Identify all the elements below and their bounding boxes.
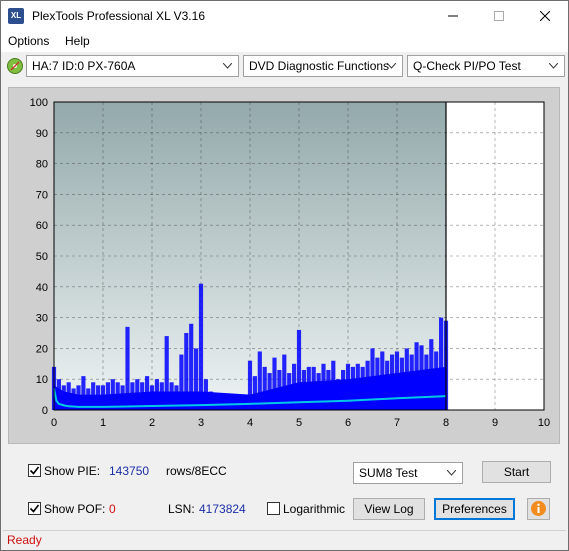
logarithmic-label: Logarithmic: [283, 502, 346, 516]
drive-select-value: HA:7 ID:0 PX-760A: [32, 59, 136, 73]
show-pof-label: Show POF:: [44, 502, 106, 516]
function-select[interactable]: DVD Diagnostic Functions: [243, 55, 403, 77]
pof-value: 0: [109, 502, 116, 516]
pie-bar: [198, 283, 204, 410]
info-icon: [531, 501, 546, 516]
function-select-value: DVD Diagnostic Functions: [249, 59, 390, 73]
y-tick-label: 40: [36, 282, 48, 294]
show-pie-checkbox[interactable]: [28, 464, 41, 477]
x-tick-label: 4: [247, 417, 253, 429]
test-select-value: Q-Check PI/PO Test: [413, 59, 521, 73]
toolbar: HA:7 ID:0 PX-760A DVD Diagnostic Functio…: [1, 53, 568, 79]
x-tick-label: 9: [492, 417, 498, 429]
maximize-button[interactable]: [476, 1, 522, 31]
lsn-value: 4173824: [199, 502, 246, 516]
chart-panel: 0 10 20 30 40 50 60 70 80 90 100 0 1 2 3 4 5 6 7 8 9 10: [8, 87, 560, 444]
view-log-button[interactable]: View Log: [353, 498, 425, 520]
x-tick-label: 3: [198, 417, 204, 429]
minimize-button[interactable]: [430, 1, 476, 31]
close-icon: [540, 11, 550, 21]
status-bar: Ready: [3, 530, 566, 549]
y-tick-label: 100: [30, 97, 48, 109]
preferences-button[interactable]: Preferences: [434, 498, 515, 520]
disc-drive-icon: [7, 58, 23, 74]
status-text: Ready: [7, 533, 42, 547]
y-tick-label: 10: [36, 374, 48, 386]
y-tick-label: 30: [36, 313, 48, 325]
logarithmic-checkbox[interactable]: [267, 502, 280, 515]
x-tick-label: 5: [296, 417, 302, 429]
checkmark-icon: [29, 466, 40, 475]
show-pof-checkbox[interactable]: [28, 502, 41, 515]
y-tick-label: 90: [36, 128, 48, 140]
close-button[interactable]: [522, 1, 568, 31]
minimize-icon: [448, 15, 458, 17]
show-pie-label: Show PIE:: [44, 464, 101, 478]
pie-value: 143750: [109, 464, 150, 478]
window-title: PlexTools Professional XL V3.16: [32, 9, 205, 23]
drive-select[interactable]: HA:7 ID:0 PX-760A: [26, 55, 239, 77]
title-bar: XL PlexTools Professional XL V3.16: [1, 1, 568, 31]
x-tick-label: 10: [538, 417, 550, 429]
x-tick-label: 6: [345, 417, 351, 429]
x-tick-label: 8: [443, 417, 449, 429]
y-tick-label: 60: [36, 220, 48, 232]
menu-bar: Options Help: [1, 31, 568, 52]
chevron-down-icon: [447, 470, 456, 476]
menu-options[interactable]: Options: [8, 34, 49, 48]
pi-po-chart: 0 10 20 30 40 50 60 70 80 90 100 0 1 2 3 4 5 6 7 8 9 10: [30, 97, 550, 429]
controls-panel: Show PIE: 143750 rows/8ECC SUM8 Test Sta…: [1, 448, 568, 528]
x-tick-label: 1: [100, 417, 106, 429]
mode-select-value: SUM8 Test: [359, 466, 418, 480]
test-select[interactable]: Q-Check PI/PO Test: [407, 55, 565, 77]
start-button[interactable]: Start: [482, 461, 551, 483]
maximize-icon: [494, 11, 504, 21]
chevron-down-icon: [387, 63, 396, 69]
y-tick-label: 80: [36, 159, 48, 171]
pie-unit: rows/8ECC: [166, 464, 227, 478]
chevron-down-icon: [549, 63, 558, 69]
mode-select[interactable]: SUM8 Test: [353, 462, 463, 484]
info-button[interactable]: [527, 498, 550, 520]
app-window: XL PlexTools Professional XL V3.16 Optio…: [0, 0, 569, 551]
y-tick-label: 20: [36, 343, 48, 355]
y-tick-label: 0: [42, 405, 48, 417]
x-tick-label: 0: [51, 417, 57, 429]
x-tick-label: 2: [149, 417, 155, 429]
y-tick-label: 70: [36, 189, 48, 201]
y-tick-label: 50: [36, 251, 48, 263]
x-tick-label: 7: [394, 417, 400, 429]
checkmark-icon: [29, 504, 40, 513]
app-logo-icon: XL: [8, 8, 24, 24]
menu-help[interactable]: Help: [65, 34, 90, 48]
chevron-down-icon: [223, 63, 232, 69]
lsn-label: LSN:: [168, 502, 195, 516]
